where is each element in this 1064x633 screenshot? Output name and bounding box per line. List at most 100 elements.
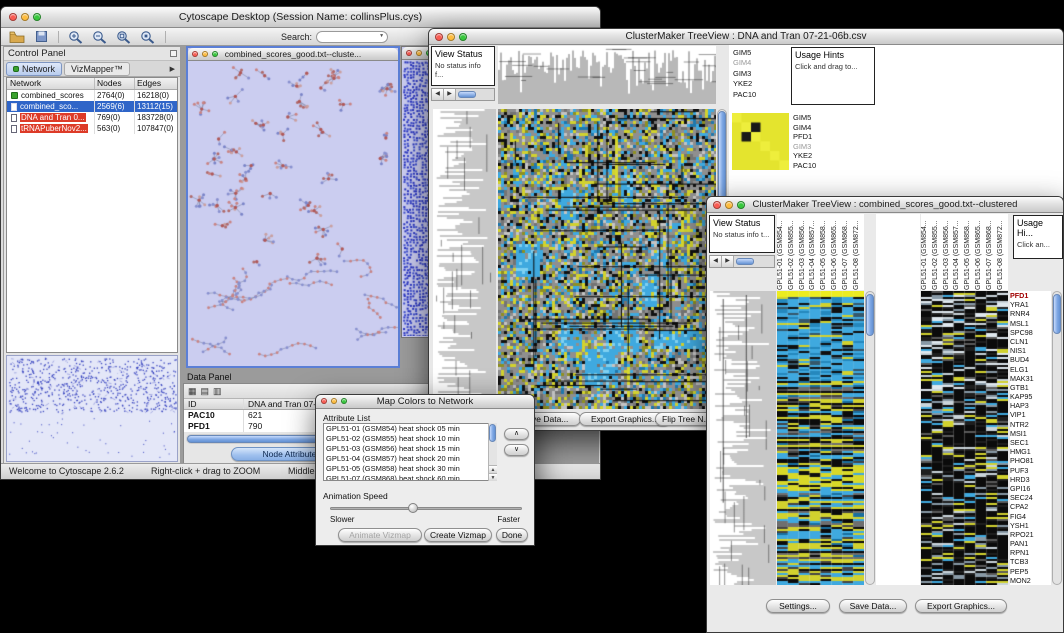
- attribute-list-item[interactable]: GPL51-07 (GSM868) heat shock 60 min: [324, 474, 496, 481]
- gene-label[interactable]: HRD3: [1010, 475, 1051, 484]
- gene-label[interactable]: PEP5: [1010, 567, 1051, 576]
- column-header-edges[interactable]: Edges: [135, 78, 177, 89]
- attribute-list-item[interactable]: GPL51-01 (GSM854) heat shock 05 min: [324, 424, 496, 434]
- dropdown-arrow-icon[interactable]: ▼: [379, 33, 384, 39]
- dialog-titlebar[interactable]: Map Colors to Network: [316, 395, 534, 409]
- gene-label[interactable]: GIM5: [793, 113, 843, 123]
- close-button[interactable]: [406, 50, 412, 56]
- speed-slider-thumb[interactable]: [408, 503, 418, 513]
- main-heatmap-vscrollbar[interactable]: [865, 291, 875, 585]
- gene-label[interactable]: SEC1: [1010, 438, 1051, 447]
- nav-right-button[interactable]: ▶: [722, 256, 734, 267]
- gene-label[interactable]: GIM3: [793, 142, 843, 152]
- clear-table-icon[interactable]: ▥: [213, 386, 222, 397]
- tab-overflow-arrow[interactable]: ▶: [167, 65, 178, 73]
- gene-label[interactable]: PAC10: [793, 161, 843, 171]
- network-row[interactable]: DNA and Tran 0... 769(0) 183728(0): [7, 112, 177, 123]
- array-column-label[interactable]: GPL51-06 (GSM865...: [831, 214, 842, 290]
- gene-label[interactable]: MSI1: [1010, 429, 1051, 438]
- nav-scrollbar-thumb[interactable]: [736, 258, 754, 265]
- gene-label[interactable]: CPA2: [1010, 502, 1051, 511]
- minimize-button[interactable]: [331, 398, 337, 404]
- nav-left-button[interactable]: ◀: [432, 89, 444, 100]
- column-header-id[interactable]: ID: [184, 399, 244, 409]
- gene-label[interactable]: GIM5: [733, 48, 789, 58]
- array-column-label[interactable]: GPL51-07 (GSM868...: [842, 214, 853, 290]
- export-graphics-button[interactable]: Export Graphics...: [915, 599, 1007, 613]
- network-row-selected[interactable]: combined_sco... 2569(6) 13112(15): [7, 101, 177, 112]
- gene-label[interactable]: PFD1: [1010, 291, 1051, 300]
- minimize-button[interactable]: [202, 51, 208, 57]
- network-row[interactable]: combined_scores 2764(0) 16218(0): [7, 90, 177, 101]
- zoom-button[interactable]: [33, 13, 41, 21]
- gene-label[interactable]: HMG1: [1010, 447, 1051, 456]
- gene-label[interactable]: TCB3: [1010, 557, 1051, 566]
- gene-label[interactable]: PAN1: [1010, 539, 1051, 548]
- gene-label[interactable]: KAP95: [1010, 392, 1051, 401]
- gene-label[interactable]: PFD1: [793, 132, 843, 142]
- move-up-button[interactable]: ∧: [504, 428, 529, 440]
- speed-slider-track[interactable]: [330, 507, 522, 510]
- gene-label[interactable]: PUF3: [1010, 466, 1051, 475]
- gene-label[interactable]: BUD4: [1010, 355, 1051, 364]
- gene-label[interactable]: YSH1: [1010, 521, 1051, 530]
- treeview1-titlebar[interactable]: ClusterMaker TreeView : DNA and Tran 07-…: [429, 29, 1063, 45]
- column-header-network[interactable]: Network: [7, 78, 95, 89]
- gene-label[interactable]: GIM3: [733, 69, 789, 79]
- zoom-button[interactable]: [341, 398, 347, 404]
- gene-label[interactable]: CLN1: [1010, 337, 1051, 346]
- gene-label[interactable]: RPO21: [1010, 530, 1051, 539]
- main-heatmap-canvas[interactable]: [777, 291, 864, 585]
- global-heatmap-vscrollbar[interactable]: [1052, 291, 1062, 585]
- array-column-label[interactable]: GPL51-01 (GSM854...: [921, 214, 932, 290]
- gene-label[interactable]: YKE2: [733, 79, 789, 89]
- gene-label[interactable]: MSL1: [1010, 319, 1051, 328]
- nav-right-button[interactable]: ▶: [444, 89, 456, 100]
- row-dendrogram-canvas[interactable]: [433, 109, 496, 409]
- array-column-label[interactable]: GPL51-04 (GSM857...: [953, 214, 964, 290]
- array-column-label[interactable]: GPL51-02 (GSM855...: [932, 214, 943, 290]
- close-button[interactable]: [435, 33, 443, 41]
- select-attributes-icon[interactable]: ▦: [188, 386, 197, 397]
- scroll-down-icon[interactable]: ▼: [489, 473, 497, 481]
- zoom-out-button[interactable]: [90, 29, 110, 45]
- close-button[interactable]: [192, 51, 198, 57]
- gene-label[interactable]: NTR2: [1010, 420, 1051, 429]
- nav-left-button[interactable]: ◀: [710, 256, 722, 267]
- gene-label[interactable]: RPN1: [1010, 548, 1051, 557]
- global-heatmap-canvas[interactable]: [921, 291, 1008, 585]
- gene-label[interactable]: SPC98: [1010, 328, 1051, 337]
- minimize-button[interactable]: [416, 50, 422, 56]
- save-data-button[interactable]: Save Data...: [839, 599, 907, 613]
- array-column-label[interactable]: GPL51-03 (GSM856...: [799, 214, 810, 290]
- gene-label[interactable]: GPI16: [1010, 484, 1051, 493]
- zoom-fit-button[interactable]: [114, 29, 134, 45]
- list-scrollbar[interactable]: ▲ ▼: [488, 423, 497, 481]
- zoom-button[interactable]: [212, 51, 218, 57]
- attribute-list-item[interactable]: GPL51-02 (GSM855) heat shock 10 min: [324, 434, 496, 444]
- array-column-label[interactable]: GPL51-02 (GSM855...: [788, 214, 799, 290]
- close-button[interactable]: [713, 201, 721, 209]
- array-column-label[interactable]: GPL51-03 (GSM856...: [943, 214, 954, 290]
- gene-label[interactable]: PHO81: [1010, 456, 1051, 465]
- gene-label[interactable]: HAP3: [1010, 401, 1051, 410]
- gene-label[interactable]: SEC24: [1010, 493, 1051, 502]
- gene-label[interactable]: ELG1: [1010, 365, 1051, 374]
- move-down-button[interactable]: ∨: [504, 444, 529, 456]
- attribute-list-item[interactable]: GPL51-04 (GSM857) heat shock 20 min: [324, 454, 496, 464]
- column-header-nodes[interactable]: Nodes: [95, 78, 135, 89]
- network-view-frame[interactable]: combined_scores_good.txt--cluste...: [186, 46, 400, 368]
- gene-label[interactable]: MON2: [1010, 576, 1051, 585]
- array-column-label[interactable]: GPL51-01 (GSM854...: [777, 214, 788, 290]
- gene-label[interactable]: MAK31: [1010, 374, 1051, 383]
- attribute-list-item[interactable]: GPL51-05 (GSM858) heat shock 30 min: [324, 464, 496, 474]
- open-session-button[interactable]: [7, 29, 27, 45]
- frame-titlebar[interactable]: combined_scores_good.txt--cluste...: [188, 48, 398, 61]
- gene-label[interactable]: NIS1: [1010, 346, 1051, 355]
- done-button[interactable]: Done: [496, 528, 528, 542]
- minimize-button[interactable]: [447, 33, 455, 41]
- nav-scrollbar-thumb[interactable]: [458, 91, 476, 98]
- network-row[interactable]: tRNAPuberNov2... 563(0) 107847(0): [7, 123, 177, 134]
- array-column-label[interactable]: GPL51-05 (GSM858...: [964, 214, 975, 290]
- correlation-matrix-canvas[interactable]: [732, 113, 789, 170]
